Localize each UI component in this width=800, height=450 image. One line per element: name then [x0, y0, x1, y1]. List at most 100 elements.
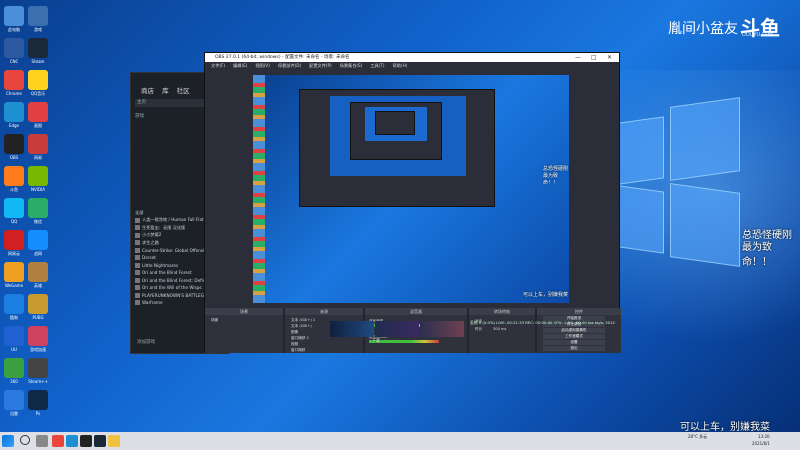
- transitions-dock-header: 转场特效: [469, 308, 535, 315]
- close-icon[interactable]: ✕: [607, 53, 612, 62]
- chrome-icon[interactable]: [52, 435, 64, 447]
- mixer-dock-header: 混音器: [365, 308, 467, 315]
- desktop-icon[interactable]: [28, 134, 48, 154]
- obs-control-button[interactable]: 设置: [543, 340, 605, 345]
- scene-item[interactable]: 场景: [205, 317, 283, 323]
- stream-thumb: [420, 321, 464, 337]
- obs-menu-item[interactable]: 帮助(H): [393, 63, 408, 68]
- obs-control-button[interactable]: 工作室模式: [543, 334, 605, 339]
- steam-game-title: Counter-Strike: Global Offensive: [142, 247, 210, 253]
- overlay-bottom: 可以上车，别嫌我菜: [680, 422, 770, 433]
- obs-status-bar: 丢帧 0 (0.0%) LIVE: 00:21:33 REC: 00:00:00…: [470, 320, 615, 325]
- desktop-icon[interactable]: [4, 102, 24, 122]
- steam-nav-library[interactable]: 库: [162, 87, 169, 95]
- desktop-icon-label: 战网: [34, 251, 42, 256]
- desktop-icon[interactable]: [4, 294, 24, 314]
- desktop-icon[interactable]: [4, 230, 24, 250]
- desktop-icon[interactable]: [4, 326, 24, 346]
- obs-menu-item[interactable]: 停靠部件(D): [278, 63, 301, 68]
- desktop-icon[interactable]: [28, 70, 48, 90]
- obs-menu-item[interactable]: 文件(F): [211, 63, 225, 68]
- desktop-icon[interactable]: [28, 166, 48, 186]
- desktop-icon[interactable]: [28, 6, 48, 26]
- obs-menu-item[interactable]: 编辑(E): [233, 63, 247, 68]
- desktop-icon-label: Steam: [31, 59, 45, 64]
- preview-overlay-2: 最为致命！！: [543, 173, 559, 186]
- game-icon: [135, 255, 140, 261]
- desktop-icon[interactable]: [28, 326, 48, 346]
- obs-menu-item[interactable]: 视图(V): [255, 63, 270, 68]
- desktop-icon-label: 网易云: [8, 251, 20, 256]
- desktop-icon-label: 斗鱼: [10, 187, 18, 192]
- scenes-dock[interactable]: 场景: [205, 315, 283, 353]
- windows-logo-pane: [670, 97, 740, 181]
- desktop-icon-label: 游戏加速: [30, 347, 46, 352]
- obs-control-button[interactable]: 退出: [543, 346, 605, 351]
- desktop-icon[interactable]: [4, 358, 24, 378]
- stream-thumb: [330, 321, 374, 337]
- obs-title-bar: OBS 27.0.1 (64-bit, windows) - 配置文件: 未命名…: [205, 53, 619, 62]
- desktop-icon[interactable]: [28, 294, 48, 314]
- desktop-icon[interactable]: [4, 390, 24, 410]
- obs-preview[interactable]: 总恐怪硬刚 最为致命！！ 可以上车，别嫌我菜: [253, 75, 569, 303]
- obs-menu-item[interactable]: 工具(T): [370, 63, 384, 68]
- desktop-icon[interactable]: [4, 6, 24, 26]
- obs-control-button[interactable]: 启动虚拟摄像机: [543, 328, 605, 333]
- game-icon: [135, 300, 140, 306]
- obs-menu-item[interactable]: 配置文件(P): [309, 63, 332, 68]
- obs-menu-item[interactable]: 场景集合(S): [340, 63, 363, 68]
- start-icon[interactable]: [2, 435, 14, 447]
- desktop-icon[interactable]: [4, 70, 24, 90]
- steam-add-game-button[interactable]: 添加游戏: [137, 339, 155, 345]
- explorer-icon[interactable]: [108, 435, 120, 447]
- task-view-icon[interactable]: [36, 435, 48, 447]
- desktop-icon-label: 英雄: [34, 283, 42, 288]
- obs-menu-bar: 文件(F) 编辑(E) 视图(V) 停靠部件(D) 配置文件(P) 场景集合(S) 工具(T…: [205, 62, 619, 70]
- desktop-icon-label: Ps: [35, 411, 41, 416]
- edge-icon[interactable]: [66, 435, 78, 447]
- game-icon: [135, 247, 140, 253]
- sources-dock-header: 来源: [285, 308, 363, 315]
- desktop-icon[interactable]: [4, 198, 24, 218]
- maximize-icon[interactable]: □: [591, 53, 597, 62]
- desktop-icon-label: WeGame: [4, 283, 24, 288]
- clock-date[interactable]: 2021/8/1: [752, 441, 770, 446]
- desktop-icon[interactable]: [4, 134, 24, 154]
- clock-time[interactable]: 13:20: [758, 434, 770, 439]
- steam-taskbar-icon[interactable]: [94, 435, 106, 447]
- minimize-icon[interactable]: —: [575, 53, 581, 62]
- nested-obs-window-3: [375, 111, 415, 135]
- steam-game-title: 小小梦魇2: [142, 232, 162, 238]
- desktop-icon[interactable]: [28, 262, 48, 282]
- weather-widget[interactable]: 28°C 多云: [688, 434, 707, 440]
- desktop-icon-label: CNC: [9, 59, 19, 64]
- desktop-icon-label: 游戏: [34, 27, 42, 32]
- desktop-icon[interactable]: [28, 38, 48, 58]
- obs-taskbar-icon[interactable]: [80, 435, 92, 447]
- desktop-icon-label: Edge: [8, 123, 20, 128]
- steam-nav-store[interactable]: 商店: [141, 87, 154, 95]
- steam-nav-community[interactable]: 社区: [177, 87, 190, 95]
- obs-window[interactable]: OBS 27.0.1 (64-bit, windows) - 配置文件: 未命名…: [204, 52, 621, 353]
- game-icon: [135, 217, 140, 223]
- desktop-icon[interactable]: [4, 262, 24, 282]
- search-icon[interactable]: [20, 435, 30, 445]
- douyu-url: DOUYU.COM: [742, 32, 774, 38]
- desktop-icon[interactable]: [4, 38, 24, 58]
- desktop-icon[interactable]: [4, 166, 24, 186]
- nested-obs-window-1: [299, 89, 495, 207]
- desktop-icon[interactable]: [28, 230, 48, 250]
- game-icon: [135, 292, 140, 298]
- desktop-icon[interactable]: [28, 198, 48, 218]
- desktop-icon-label: Steam++: [28, 379, 48, 384]
- desktop-icon[interactable]: [28, 358, 48, 378]
- game-icon: [135, 277, 140, 283]
- steam-nav: 商店 库 社区: [141, 85, 196, 95]
- desktop-icon[interactable]: [28, 102, 48, 122]
- game-icon: [135, 262, 140, 268]
- game-icon: [135, 225, 140, 231]
- desktop-icon[interactable]: [28, 390, 48, 410]
- steam-game-title: Warframe: [142, 300, 163, 306]
- desktop-icon-label: 此电脑: [8, 27, 20, 32]
- source-item[interactable]: 窗口捕获: [285, 347, 363, 353]
